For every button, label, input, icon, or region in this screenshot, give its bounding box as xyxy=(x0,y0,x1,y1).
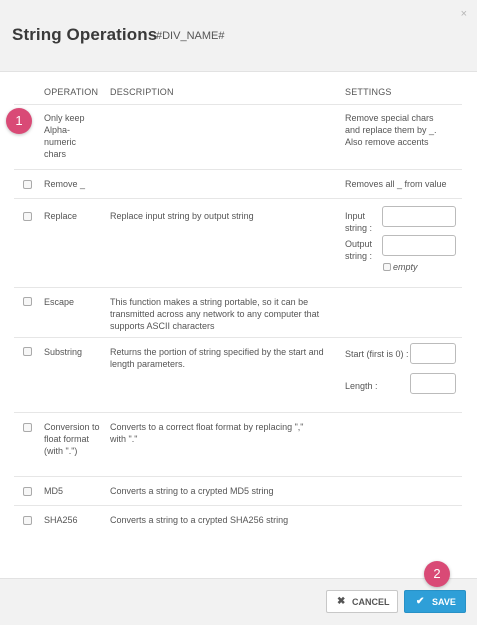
replace-settings: Input string : Output string : empty xyxy=(345,199,462,287)
table-row: Conversion to float format (with ".") Co… xyxy=(14,413,462,477)
row-checkbox[interactable] xyxy=(23,423,32,432)
operation-description: Converts a string to a crypted SHA256 st… xyxy=(110,515,289,525)
table-row: Replace Replace input string by output s… xyxy=(14,199,462,288)
output-string-label: Output string : xyxy=(345,239,373,261)
table-row: Remove _ Removes all _ from value xyxy=(14,170,462,199)
empty-checkbox[interactable] xyxy=(383,263,391,271)
operation-name: Only keep Alpha-numeric chars xyxy=(44,113,85,159)
start-field[interactable] xyxy=(410,343,456,364)
operation-name: Remove _ xyxy=(44,179,86,189)
table-row: Only keep Alpha-numeric chars Remove spe… xyxy=(14,105,462,170)
modal-subtitle: #DIV_NAME# xyxy=(156,30,225,42)
row-checkbox[interactable] xyxy=(23,487,32,496)
close-icon[interactable]: × xyxy=(461,8,467,20)
operation-name: SHA256 xyxy=(44,515,78,525)
start-label: Start (first is 0) : xyxy=(345,349,409,359)
step-badge-2: 2 xyxy=(424,561,450,587)
table-row: Escape This function makes a string port… xyxy=(14,288,462,338)
substring-settings: Start (first is 0) : Length : xyxy=(345,338,462,412)
length-field[interactable] xyxy=(410,373,456,394)
table-row: SHA256 Converts a string to a crypted SH… xyxy=(14,506,462,535)
operation-name: Replace xyxy=(44,211,78,221)
operation-name: Escape xyxy=(44,297,75,307)
operation-description: This function makes a string portable, s… xyxy=(110,297,320,331)
operation-description: Replace input string by output string xyxy=(110,211,254,221)
operation-description: Converts to a correct float format by re… xyxy=(110,422,304,444)
operation-description: Converts a string to a crypted MD5 strin… xyxy=(110,486,274,496)
row-checkbox[interactable] xyxy=(23,180,32,189)
operations-table: OPERATION DESCRIPTION SETTINGS Only keep… xyxy=(14,80,462,535)
column-header-description: DESCRIPTION xyxy=(110,87,174,97)
table-row: MD5 Converts a string to a crypted MD5 s… xyxy=(14,477,462,506)
column-header-operation: OPERATION xyxy=(44,87,99,97)
step-badge-1: 1 xyxy=(6,108,32,134)
save-label: SAVE xyxy=(432,597,456,607)
check-icon: ✔ xyxy=(416,596,425,607)
table-header: OPERATION DESCRIPTION SETTINGS xyxy=(14,80,462,105)
input-string-field[interactable] xyxy=(382,206,456,227)
modal-header: String Operations #DIV_NAME# × xyxy=(0,0,477,72)
cancel-label: CANCEL xyxy=(352,597,390,607)
output-string-field[interactable] xyxy=(382,235,456,256)
operation-description: Returns the portion of string specified … xyxy=(110,347,324,369)
operation-name: MD5 xyxy=(44,486,64,496)
input-string-label: Input string : xyxy=(345,211,373,233)
operation-settings: Remove special chars and replace them by… xyxy=(345,113,437,147)
row-checkbox[interactable] xyxy=(23,347,32,356)
close-icon: ✖ xyxy=(337,596,346,607)
length-label: Length : xyxy=(345,381,378,391)
modal-title: String Operations xyxy=(12,25,158,44)
save-button[interactable]: ✔ SAVE xyxy=(404,590,466,613)
operation-name: Substring xyxy=(44,347,83,357)
column-header-settings: SETTINGS xyxy=(345,87,392,97)
empty-label: empty xyxy=(393,262,418,272)
table-row: Substring Returns the portion of string … xyxy=(14,338,462,413)
row-checkbox[interactable] xyxy=(23,297,32,306)
operation-name: Conversion to float format (with ".") xyxy=(44,422,100,456)
row-checkbox[interactable] xyxy=(23,212,32,221)
cancel-button[interactable]: ✖ CANCEL xyxy=(326,590,398,613)
row-checkbox[interactable] xyxy=(23,516,32,525)
operation-settings: Removes all _ from value xyxy=(345,179,447,189)
